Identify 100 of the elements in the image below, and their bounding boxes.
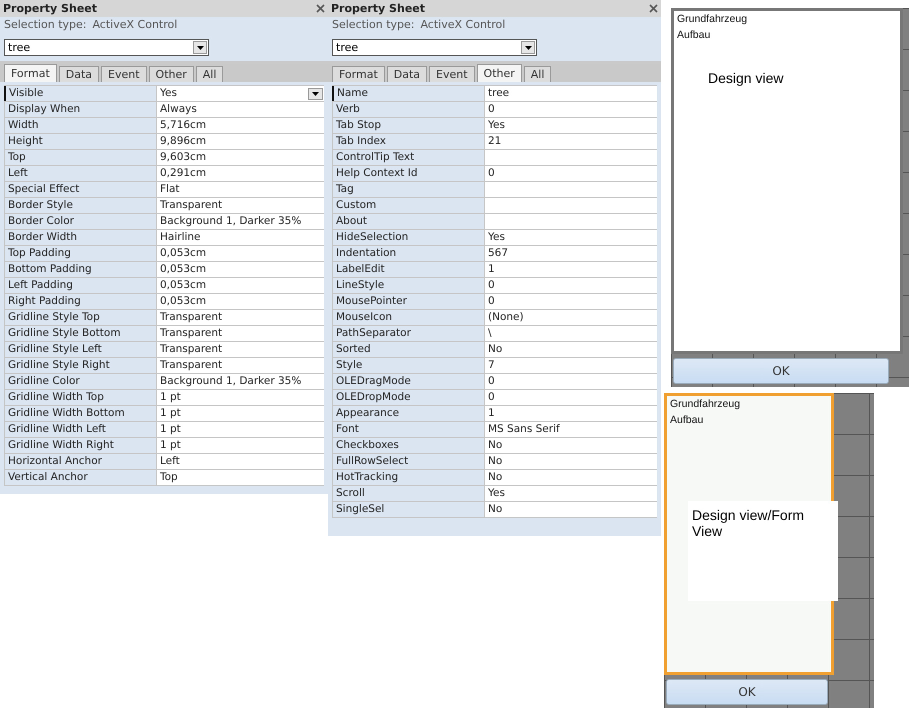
property-tab[interactable]: Event xyxy=(429,66,475,82)
property-value[interactable]: Yes xyxy=(485,118,657,133)
property-value[interactable]: (None) xyxy=(485,310,657,325)
property-tab[interactable]: Data xyxy=(386,66,428,82)
value-dropdown-button[interactable] xyxy=(308,88,323,100)
property-value[interactable]: 0,291cm xyxy=(157,166,324,181)
property-value[interactable]: Transparent xyxy=(157,326,324,341)
close-icon[interactable] xyxy=(649,4,658,13)
property-name[interactable]: OLEDragMode xyxy=(332,374,485,389)
property-tab[interactable]: All xyxy=(524,66,552,82)
dropdown-arrow-icon[interactable] xyxy=(196,46,204,50)
property-name[interactable]: SingleSel xyxy=(332,502,485,517)
property-value[interactable]: No xyxy=(485,342,657,357)
property-name[interactable]: Width xyxy=(4,118,157,133)
tree-node[interactable]: Grundfahrzeug xyxy=(677,13,897,25)
property-name[interactable]: Special Effect xyxy=(4,182,157,197)
property-name[interactable]: Bottom Padding xyxy=(4,262,157,277)
property-value[interactable]: 0 xyxy=(485,374,657,389)
property-name[interactable]: Gridline Style Right xyxy=(4,358,157,373)
property-name[interactable]: FullRowSelect xyxy=(332,454,485,469)
property-value[interactable]: 7 xyxy=(485,358,657,373)
property-name[interactable]: Horizontal Anchor xyxy=(4,454,157,469)
property-tab[interactable]: Format xyxy=(332,66,385,82)
property-value[interactable]: Transparent xyxy=(157,310,324,325)
property-value[interactable]: 0,053cm xyxy=(157,278,324,293)
property-value[interactable]: 1 pt xyxy=(157,438,324,453)
ok-button[interactable]: OK xyxy=(666,679,828,705)
property-name[interactable]: Name xyxy=(332,86,485,101)
property-name[interactable]: Gridline Style Bottom xyxy=(4,326,157,341)
property-name[interactable]: LabelEdit xyxy=(332,262,485,277)
property-tab[interactable]: Other xyxy=(148,66,194,82)
tree-node[interactable]: Aufbau xyxy=(677,29,897,41)
property-value[interactable]: No xyxy=(485,470,657,485)
property-name[interactable]: Gridline Width Bottom xyxy=(4,406,157,421)
property-value[interactable]: Background 1, Darker 35% xyxy=(157,214,324,229)
property-name[interactable]: About xyxy=(332,214,485,229)
property-value[interactable]: 1 xyxy=(485,406,657,421)
tree-node[interactable]: Grundfahrzeug xyxy=(670,398,828,410)
property-value[interactable]: \ xyxy=(485,326,657,341)
dropdown-arrow-icon[interactable] xyxy=(312,92,319,96)
property-tab[interactable]: Event xyxy=(101,66,147,82)
property-value[interactable]: 5,716cm xyxy=(157,118,324,133)
property-value[interactable]: Flat xyxy=(157,182,324,197)
property-name[interactable]: Tab Index xyxy=(332,134,485,149)
property-tab[interactable]: Format xyxy=(4,64,57,82)
property-value[interactable]: Hairline xyxy=(157,230,324,245)
property-name[interactable]: Verb xyxy=(332,102,485,117)
property-value[interactable]: No xyxy=(485,454,657,469)
property-value[interactable]: 1 xyxy=(485,262,657,277)
property-name[interactable]: ControlTip Text xyxy=(332,150,485,165)
property-name[interactable]: OLEDropMode xyxy=(332,390,485,405)
property-name[interactable]: HotTracking xyxy=(332,470,485,485)
property-value[interactable]: 9,603cm xyxy=(157,150,324,165)
property-value[interactable]: 1 pt xyxy=(157,406,324,421)
property-name[interactable]: Gridline Width Top xyxy=(4,390,157,405)
property-name[interactable]: Appearance xyxy=(332,406,485,421)
property-name[interactable]: Right Padding xyxy=(4,294,157,309)
property-value[interactable]: Transparent xyxy=(157,198,324,213)
property-value[interactable]: 1 pt xyxy=(157,390,324,405)
property-name[interactable]: Gridline Style Top xyxy=(4,310,157,325)
tree-node[interactable]: Aufbau xyxy=(670,414,828,426)
property-value[interactable]: No xyxy=(485,438,657,453)
property-tab[interactable]: All xyxy=(196,66,224,82)
property-value[interactable]: 0 xyxy=(485,166,657,181)
property-name[interactable]: LineStyle xyxy=(332,278,485,293)
property-name[interactable]: Font xyxy=(332,422,485,437)
property-name[interactable]: Gridline Style Left xyxy=(4,342,157,357)
property-name[interactable]: Border Width xyxy=(4,230,157,245)
property-value[interactable]: Background 1, Darker 35% xyxy=(157,374,324,389)
dropdown-arrow-icon[interactable] xyxy=(524,46,532,50)
property-name[interactable]: Checkboxes xyxy=(332,438,485,453)
property-name[interactable]: HideSelection xyxy=(332,230,485,245)
property-value[interactable]: Always xyxy=(157,102,324,117)
property-value[interactable]: 9,896cm xyxy=(157,134,324,149)
property-name[interactable]: MousePointer xyxy=(332,294,485,309)
property-name[interactable]: Border Style xyxy=(4,198,157,213)
property-name[interactable]: Top xyxy=(4,150,157,165)
property-value[interactable]: No xyxy=(485,502,657,517)
property-tab[interactable]: Other xyxy=(476,64,522,82)
property-name[interactable]: Top Padding xyxy=(4,246,157,261)
property-name[interactable]: Left xyxy=(4,166,157,181)
property-value[interactable]: 21 xyxy=(485,134,657,149)
property-value[interactable]: 0,053cm xyxy=(157,246,324,261)
property-value[interactable]: Transparent xyxy=(157,358,324,373)
property-name[interactable]: Border Color xyxy=(4,214,157,229)
property-value[interactable]: Top xyxy=(157,470,324,485)
property-value[interactable]: 0,053cm xyxy=(157,294,324,309)
object-dropdown[interactable]: tree xyxy=(4,39,209,56)
property-value[interactable]: tree xyxy=(485,86,657,101)
property-name[interactable]: Sorted xyxy=(332,342,485,357)
ok-button[interactable]: OK xyxy=(673,358,889,384)
property-name[interactable]: MouseIcon xyxy=(332,310,485,325)
property-name[interactable]: Tag xyxy=(332,182,485,197)
property-name[interactable]: Visible xyxy=(4,86,157,101)
property-name[interactable]: Height xyxy=(4,134,157,149)
property-value[interactable]: 0,053cm xyxy=(157,262,324,277)
property-value[interactable]: 0 xyxy=(485,278,657,293)
property-value[interactable]: Yes xyxy=(157,86,324,101)
property-name[interactable]: Display When xyxy=(4,102,157,117)
property-name[interactable]: Gridline Width Left xyxy=(4,422,157,437)
